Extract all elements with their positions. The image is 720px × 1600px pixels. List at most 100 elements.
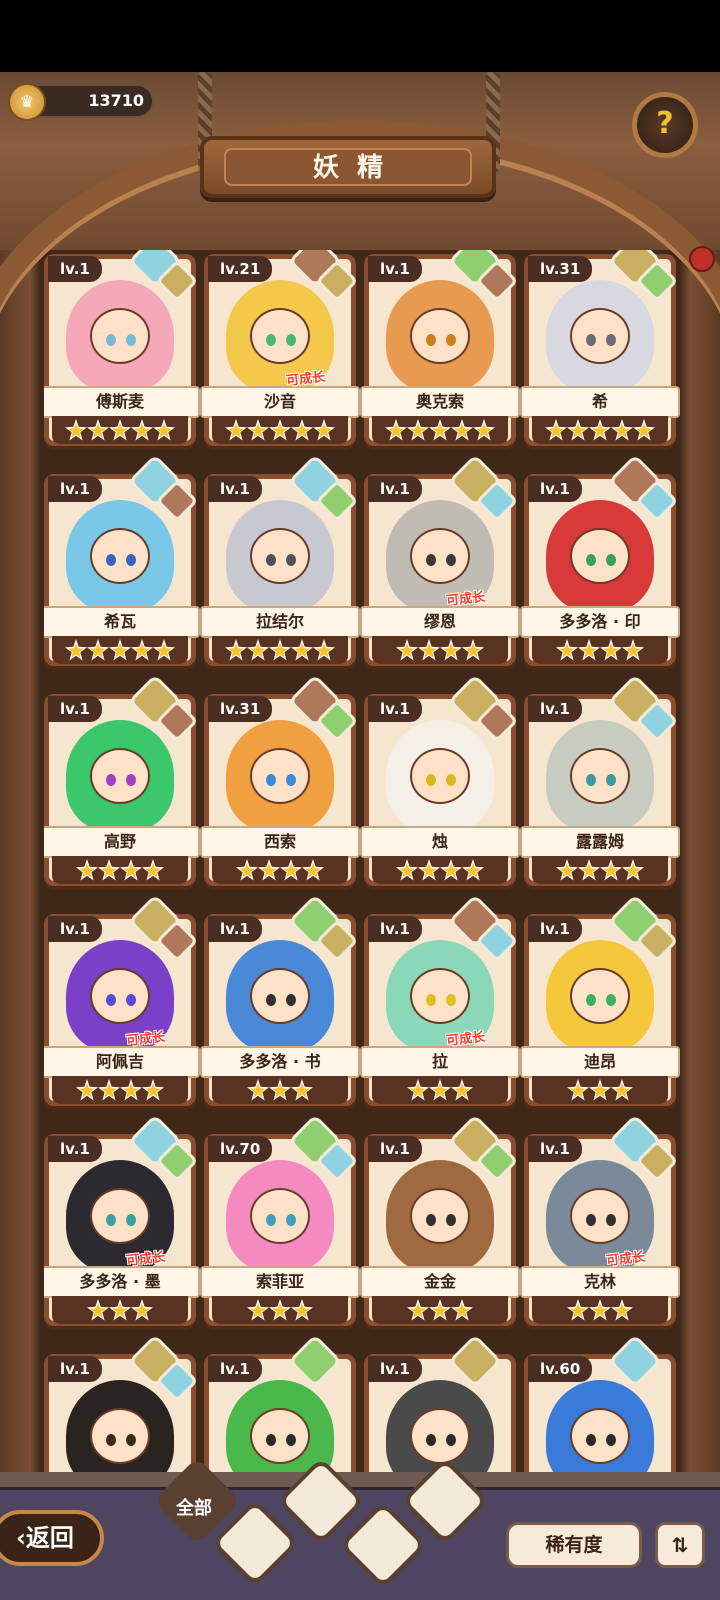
fairy-card[interactable]: lv.1 露露姆 bbox=[520, 674, 680, 890]
fairy-card[interactable]: lv.31 希 bbox=[520, 250, 680, 450]
level-badge: lv.1 bbox=[48, 1136, 102, 1162]
level-badge: lv.1 bbox=[208, 476, 262, 502]
star-icon bbox=[98, 859, 120, 881]
star-icon bbox=[462, 859, 484, 881]
eye-left bbox=[266, 774, 276, 786]
eye-right bbox=[606, 334, 616, 346]
fairy-card[interactable]: lv.1 希瓦 bbox=[44, 454, 200, 670]
level-badge: lv.1 bbox=[208, 1356, 262, 1382]
star-icon bbox=[611, 1299, 633, 1321]
eye-right bbox=[446, 994, 456, 1006]
fairy-card[interactable]: lv.1 奥克索 bbox=[360, 250, 520, 450]
eye-right bbox=[606, 994, 616, 1006]
sort-order-icon[interactable]: ⇅ bbox=[655, 1522, 705, 1568]
star-icon bbox=[236, 859, 258, 881]
fairy-face bbox=[90, 528, 150, 584]
can-grow-label: 可成长 bbox=[125, 1249, 166, 1269]
eye-right bbox=[286, 994, 296, 1006]
star-rating bbox=[52, 636, 188, 664]
fairy-card[interactable]: lv.1 迪昂 bbox=[520, 894, 680, 1110]
fairy-name: 多多洛 · 墨 bbox=[44, 1266, 200, 1298]
back-button[interactable]: ‹返回 bbox=[0, 1510, 104, 1566]
star-icon bbox=[418, 639, 440, 661]
fairy-face bbox=[410, 748, 470, 804]
star-icon bbox=[131, 419, 153, 441]
fairy-portrait bbox=[546, 500, 654, 612]
bottom-ledge bbox=[0, 1472, 720, 1490]
eye-left bbox=[426, 1214, 436, 1226]
star-icon bbox=[600, 859, 622, 881]
fairy-grid[interactable]: lv.1 傅斯麦 lv.21 沙音 可成长 lv.1 奥克索 lv.31 希 lv.1 希瓦 lv.1… bbox=[44, 250, 684, 1500]
fairy-card[interactable]: lv.31 西索 bbox=[200, 674, 360, 890]
fairy-card[interactable]: lv.1 傅斯麦 bbox=[44, 250, 200, 450]
fairy-card[interactable]: lv.1 多多洛 · 书 bbox=[200, 894, 360, 1110]
fairy-portrait bbox=[546, 720, 654, 832]
fairy-card[interactable]: lv.1 阿佩吉 可成长 bbox=[44, 894, 200, 1110]
star-rating bbox=[52, 856, 188, 884]
star-icon bbox=[473, 419, 495, 441]
level-badge: lv.1 bbox=[368, 1356, 422, 1382]
level-badge: lv.31 bbox=[528, 256, 593, 282]
fairy-card[interactable]: lv.1 多多洛 · 印 bbox=[520, 454, 680, 670]
eye-left bbox=[266, 994, 276, 1006]
star-rating bbox=[52, 416, 188, 444]
eye-right bbox=[126, 334, 136, 346]
fairy-card[interactable]: lv.70 索菲亚 bbox=[200, 1114, 360, 1330]
star-icon bbox=[142, 1079, 164, 1101]
star-icon bbox=[440, 639, 462, 661]
star-icon bbox=[269, 639, 291, 661]
fairy-name: 多多洛 · 书 bbox=[200, 1046, 360, 1078]
fairy-card[interactable]: lv.1 缪恩 可成长 bbox=[360, 454, 520, 670]
fairy-portrait bbox=[386, 1160, 494, 1272]
fairy-name: 烛 bbox=[360, 826, 520, 858]
question-sprout-icon[interactable]: ? bbox=[632, 92, 698, 158]
fairy-card[interactable]: lv.1 高野 bbox=[44, 674, 200, 890]
eye-right bbox=[126, 1434, 136, 1446]
coin-value: 13710 bbox=[88, 91, 144, 110]
eye-right bbox=[126, 994, 136, 1006]
fairy-card[interactable]: lv.1 多多洛 · 墨可成长 bbox=[44, 1114, 200, 1330]
star-icon bbox=[600, 639, 622, 661]
star-icon bbox=[589, 1299, 611, 1321]
level-badge: lv.70 bbox=[208, 1136, 273, 1162]
fairy-card[interactable]: lv.1 克林 可成长 bbox=[520, 1114, 680, 1330]
fairy-card[interactable]: lv.21 沙音 可成长 bbox=[200, 250, 360, 450]
star-rating bbox=[532, 1076, 668, 1104]
title-sign: 妖精 bbox=[200, 136, 496, 198]
fairy-face bbox=[570, 748, 630, 804]
star-icon bbox=[313, 419, 335, 441]
star-icon bbox=[418, 859, 440, 881]
eye-left bbox=[106, 334, 116, 346]
star-rating bbox=[212, 636, 348, 664]
fairy-face bbox=[570, 308, 630, 364]
fairy-name: 露露姆 bbox=[520, 826, 680, 858]
star-icon bbox=[120, 859, 142, 881]
fairy-portrait bbox=[546, 940, 654, 1052]
star-rating bbox=[532, 856, 668, 884]
fairy-card[interactable]: lv.1 拉可成长 bbox=[360, 894, 520, 1110]
eye-right bbox=[286, 1214, 296, 1226]
star-icon bbox=[429, 1079, 451, 1101]
ladybug-icon[interactable] bbox=[689, 246, 715, 272]
fairy-card[interactable]: lv.1 金金 bbox=[360, 1114, 520, 1330]
eye-left bbox=[266, 1214, 276, 1226]
tab-all-label: 全部 bbox=[176, 1498, 212, 1519]
star-icon bbox=[247, 419, 269, 441]
fairy-name: 金金 bbox=[360, 1266, 520, 1298]
star-icon bbox=[396, 639, 418, 661]
fairy-face bbox=[90, 1188, 150, 1244]
star-icon bbox=[396, 859, 418, 881]
eye-left bbox=[106, 774, 116, 786]
eye-right bbox=[286, 554, 296, 566]
sort-rarity-button[interactable]: 稀有度 bbox=[506, 1522, 642, 1568]
star-rating bbox=[372, 416, 508, 444]
fairy-face bbox=[90, 748, 150, 804]
eye-left bbox=[586, 994, 596, 1006]
can-grow-label: 可成长 bbox=[445, 1029, 486, 1049]
star-icon bbox=[567, 1299, 589, 1321]
fairy-card[interactable]: lv.1 烛 bbox=[360, 674, 520, 890]
fairy-portrait bbox=[66, 280, 174, 392]
fairy-portrait bbox=[226, 940, 334, 1052]
star-icon bbox=[385, 419, 407, 441]
fairy-card[interactable]: lv.1 拉结尔 bbox=[200, 454, 360, 670]
